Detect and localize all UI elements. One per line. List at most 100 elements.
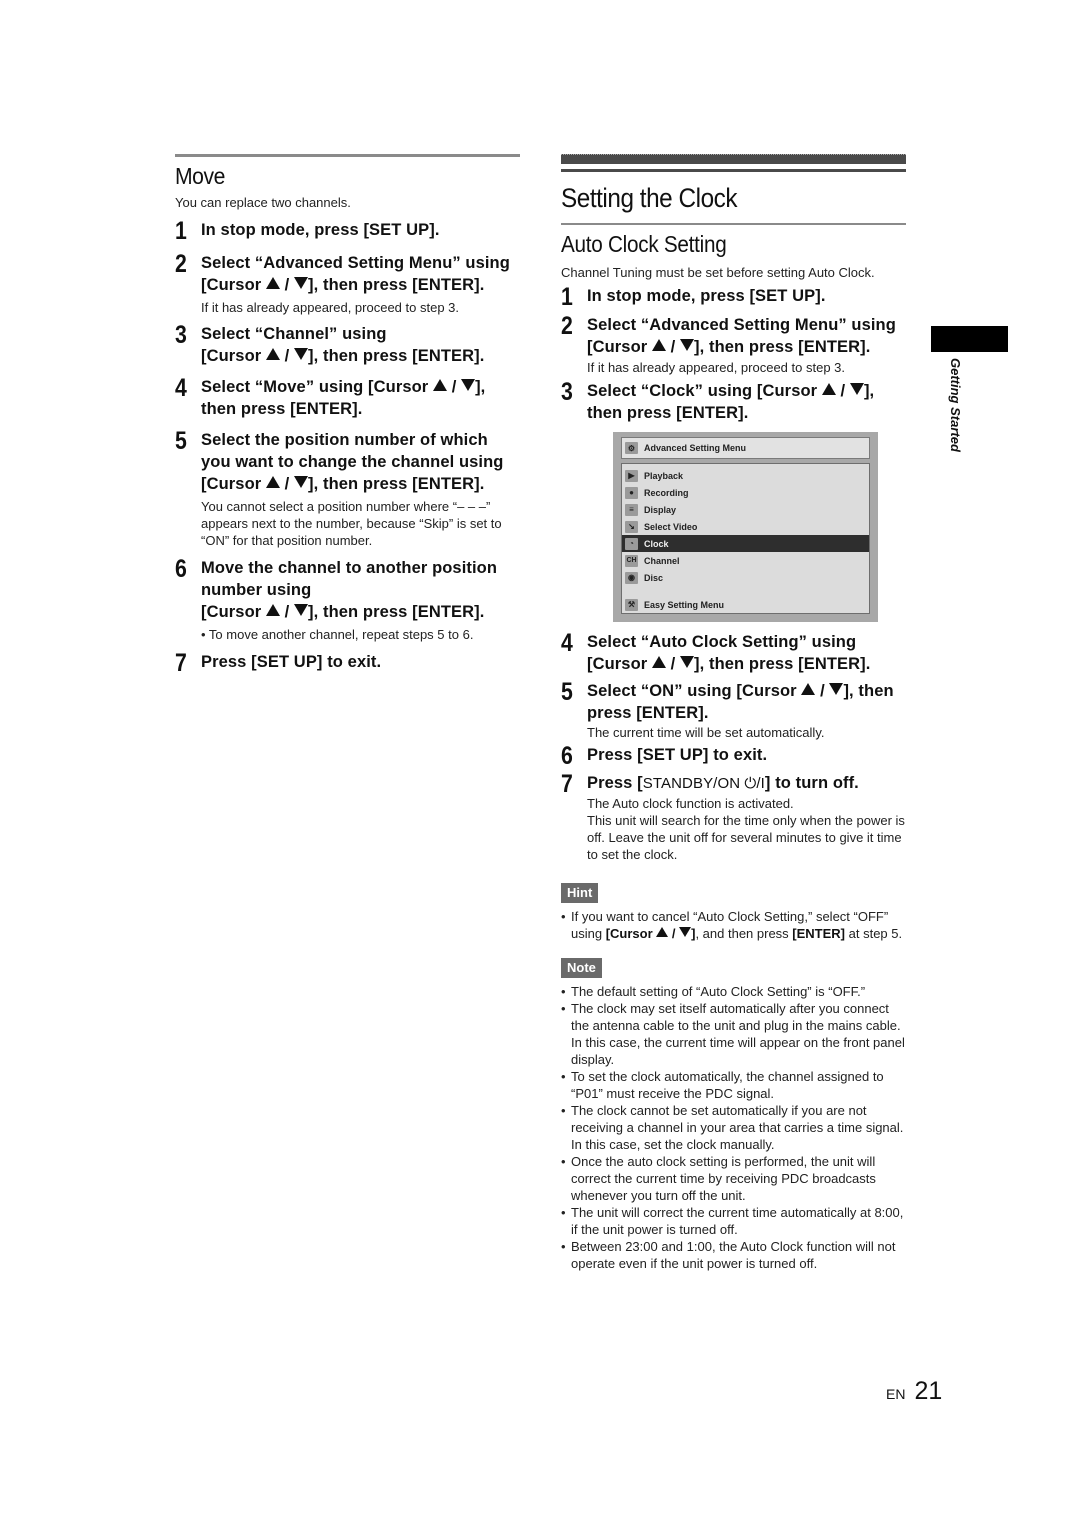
- menu-header: ⚙ Advanced Setting Menu: [621, 437, 870, 459]
- step-text: ], then press [ENTER].: [694, 338, 871, 356]
- step-title: Press [STANDBY/ON ⏻/I] to turn off.: [587, 772, 906, 795]
- cursor-up-icon: [821, 383, 836, 395]
- menu-item-playback[interactable]: ▶ Playback: [622, 467, 869, 484]
- step-text: ], then press [ENTER].: [308, 475, 485, 493]
- hint-text-part: , and then press: [695, 926, 793, 941]
- step-text: ], then press [ENTER].: [694, 655, 871, 673]
- step-text: Select “Move” using [Cursor: [201, 378, 434, 396]
- step-number: 2: [175, 250, 187, 278]
- hint-text-part: /: [668, 926, 680, 941]
- step-title: Select “Advanced Setting Menu” using [Cu…: [201, 252, 520, 296]
- step-title: Select “ON” using [Cursor / ], then pres…: [587, 680, 906, 724]
- step-number: 7: [175, 649, 187, 677]
- step-title: Select the position number of which you …: [201, 429, 520, 495]
- step-number: 3: [175, 321, 187, 349]
- hint-list: • If you want to cancel “Auto Clock Sett…: [561, 908, 906, 942]
- step-text: Press [: [587, 774, 643, 792]
- hint-text-part: at step 5.: [845, 926, 903, 941]
- cursor-down-icon: [294, 476, 309, 488]
- advanced-setting-menu-screenshot: ⚙ Advanced Setting Menu ▶ Playback ● Recor…: [613, 432, 878, 622]
- auto-clock-subheading: Auto Clock Setting: [561, 231, 727, 257]
- cursor-up-icon: [433, 379, 448, 391]
- clock-intro: Channel Tuning must be set before settin…: [561, 265, 875, 280]
- step-text: /: [447, 378, 462, 396]
- step-text: ], then press [ENTER].: [308, 347, 485, 365]
- disc-icon: ◉: [625, 571, 638, 584]
- hint-label: Hint: [561, 883, 599, 903]
- step-note: This unit will search for the time only …: [587, 813, 905, 862]
- menu-item-label: Easy Setting Menu: [644, 599, 725, 610]
- menu-item-clock[interactable]: ◔ Clock: [622, 535, 869, 552]
- menu-item-select-video[interactable]: ↘ Select Video: [622, 518, 869, 535]
- cursor-down-icon: [829, 683, 844, 695]
- section-rule: [561, 169, 906, 172]
- cursor-up-icon: [651, 339, 666, 351]
- move-section: Move You can replace two channels. 1 In …: [175, 154, 520, 677]
- note-item: • The clock may set itself automatically …: [561, 1000, 906, 1068]
- step-number: 6: [561, 742, 573, 770]
- menu-title: Advanced Setting Menu: [644, 443, 747, 453]
- clock-step-6: 6 Press [SET UP] to exit.: [561, 742, 906, 770]
- cursor-up-icon: [651, 656, 666, 668]
- menu-item-label: Select Video: [644, 521, 698, 532]
- recording-icon: ●: [625, 486, 638, 499]
- move-intro: You can replace two channels.: [175, 195, 351, 210]
- step-number: 6: [175, 555, 187, 583]
- display-icon: ≡: [625, 503, 638, 516]
- step-text: /: [279, 347, 295, 365]
- move-step-4: 4 Select “Move” using [Cursor / ], then …: [175, 376, 520, 420]
- cursor-up-icon: [801, 683, 816, 695]
- menu-item-easy-setting[interactable]: ⚒ Easy Setting Menu: [622, 596, 869, 613]
- clock-step-2: 2 Select “Advanced Setting Menu” using […: [561, 314, 906, 376]
- hint-text: If you want to cancel “Auto Clock Settin…: [571, 908, 906, 942]
- hint-text-bold: [Cursor / ]: [606, 926, 696, 941]
- cursor-down-icon: [294, 348, 309, 360]
- chapter-tab-marker: [931, 326, 1008, 352]
- step-title: In stop mode, press [SET UP].: [587, 287, 826, 305]
- note-text: Between 23:00 and 1:00, the Auto Clock f…: [571, 1239, 896, 1271]
- clock-step-1: 1 In stop mode, press [SET UP].: [561, 285, 906, 310]
- move-step-7: 7 Press [SET UP] to exit.: [175, 649, 520, 677]
- step-text: /: [665, 655, 681, 673]
- clock-icon: ◔: [625, 537, 638, 550]
- move-step-1: 1 In stop mode, press [SET UP].: [175, 217, 520, 245]
- clock-step-5: 5 Select “ON” using [Cursor / ], then pr…: [561, 680, 906, 741]
- step-title: Select “Clock” using [Cursor / ], then p…: [587, 380, 906, 424]
- move-heading: Move: [175, 163, 225, 189]
- step-number: 4: [561, 629, 573, 657]
- cursor-down-icon: [461, 379, 476, 391]
- note-item: • Once the auto clock setting is performe…: [561, 1153, 906, 1204]
- bullet: •: [561, 1154, 566, 1169]
- note-item: • The clock cannot be set automatically i…: [561, 1102, 906, 1153]
- step-note: You cannot select a position number wher…: [201, 499, 502, 548]
- hint-text-bold: [ENTER]: [792, 926, 846, 941]
- clock-step-7: 7 Press [STANDBY/ON ⏻/I] to turn off. Th…: [561, 772, 906, 863]
- subsection-rule: [561, 223, 906, 225]
- step-note: If it has already appeared, proceed to s…: [201, 300, 460, 315]
- menu-item-recording[interactable]: ● Recording: [622, 484, 869, 501]
- bullet: •: [561, 1069, 566, 1084]
- bullet: •: [561, 1239, 566, 1254]
- settings-menu-icon: ⚙: [625, 442, 638, 454]
- note-text: The default setting of “Auto Clock Setti…: [571, 984, 866, 999]
- menu-item-disc[interactable]: ◉ Disc: [622, 569, 869, 586]
- step-text: [Cursor: [201, 347, 266, 365]
- channel-icon: CH: [625, 554, 638, 567]
- step-title: Press [SET UP] to exit.: [201, 653, 382, 671]
- note-text: The clock cannot be set automatically if…: [571, 1103, 904, 1152]
- step-text: /: [815, 682, 830, 700]
- cursor-up-icon: [656, 927, 669, 937]
- cursor-down-icon: [680, 656, 695, 668]
- step-number: 5: [561, 678, 573, 706]
- step-text: /: [665, 338, 681, 356]
- menu-item-display[interactable]: ≡ Display: [622, 501, 869, 518]
- step-number: 1: [175, 217, 187, 245]
- menu-item-label: Display: [644, 504, 677, 515]
- step-title: Select “Channel” using [Cursor / ], then …: [201, 323, 520, 367]
- bullet: •: [561, 1103, 566, 1118]
- menu-item-channel[interactable]: CH Channel: [622, 552, 869, 569]
- step-text: Select “Channel” using: [201, 325, 387, 343]
- note-item: • The default setting of “Auto Clock Sett…: [561, 983, 906, 1000]
- cursor-down-icon: [294, 604, 309, 616]
- step-title: Press [SET UP] to exit.: [587, 746, 768, 764]
